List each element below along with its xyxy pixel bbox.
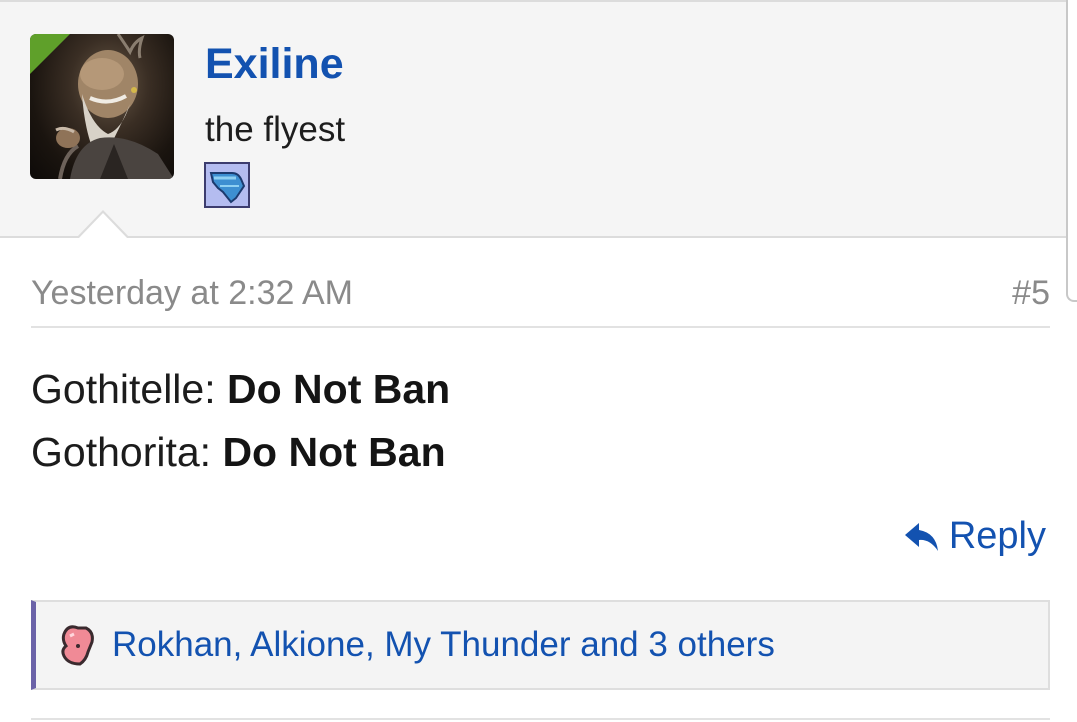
likes-users-link[interactable]: Rokhan, Alkione, My Thunder and 3 others: [112, 625, 775, 665]
user-avatar[interactable]: [30, 34, 174, 179]
username-link[interactable]: Exiline: [205, 40, 344, 89]
panel-edge: [1066, 0, 1077, 302]
divider: [31, 326, 1050, 328]
reply-arrow-icon: [904, 522, 938, 551]
heart-icon: [61, 625, 94, 666]
likes-summary: Rokhan, Alkione, My Thunder and 3 others: [31, 600, 1050, 690]
pokemon-name: Gothorita:: [31, 429, 223, 475]
wing-badge-icon[interactable]: [204, 162, 250, 208]
post-number[interactable]: #5: [1012, 274, 1050, 313]
message-user-block: Exiline the flyest: [0, 0, 1068, 238]
vote-value: Do Not Ban: [227, 366, 451, 412]
reply-label: Reply: [948, 515, 1046, 557]
post-text-line: Gothitelle: Do Not Ban: [31, 366, 450, 413]
vote-value: Do Not Ban: [222, 429, 446, 475]
pokemon-name: Gothitelle:: [31, 366, 227, 412]
reply-button[interactable]: Reply: [903, 515, 1046, 558]
post-date[interactable]: Yesterday at 2:32 AM: [31, 274, 353, 313]
divider: [31, 718, 1050, 720]
online-status-flag: [30, 34, 70, 74]
user-block-pointer-fill: [78, 213, 128, 239]
post-text-line: Gothorita: Do Not Ban: [31, 429, 446, 476]
user-title: the flyest: [205, 110, 346, 149]
wing-badge-graphic: [209, 172, 246, 204]
